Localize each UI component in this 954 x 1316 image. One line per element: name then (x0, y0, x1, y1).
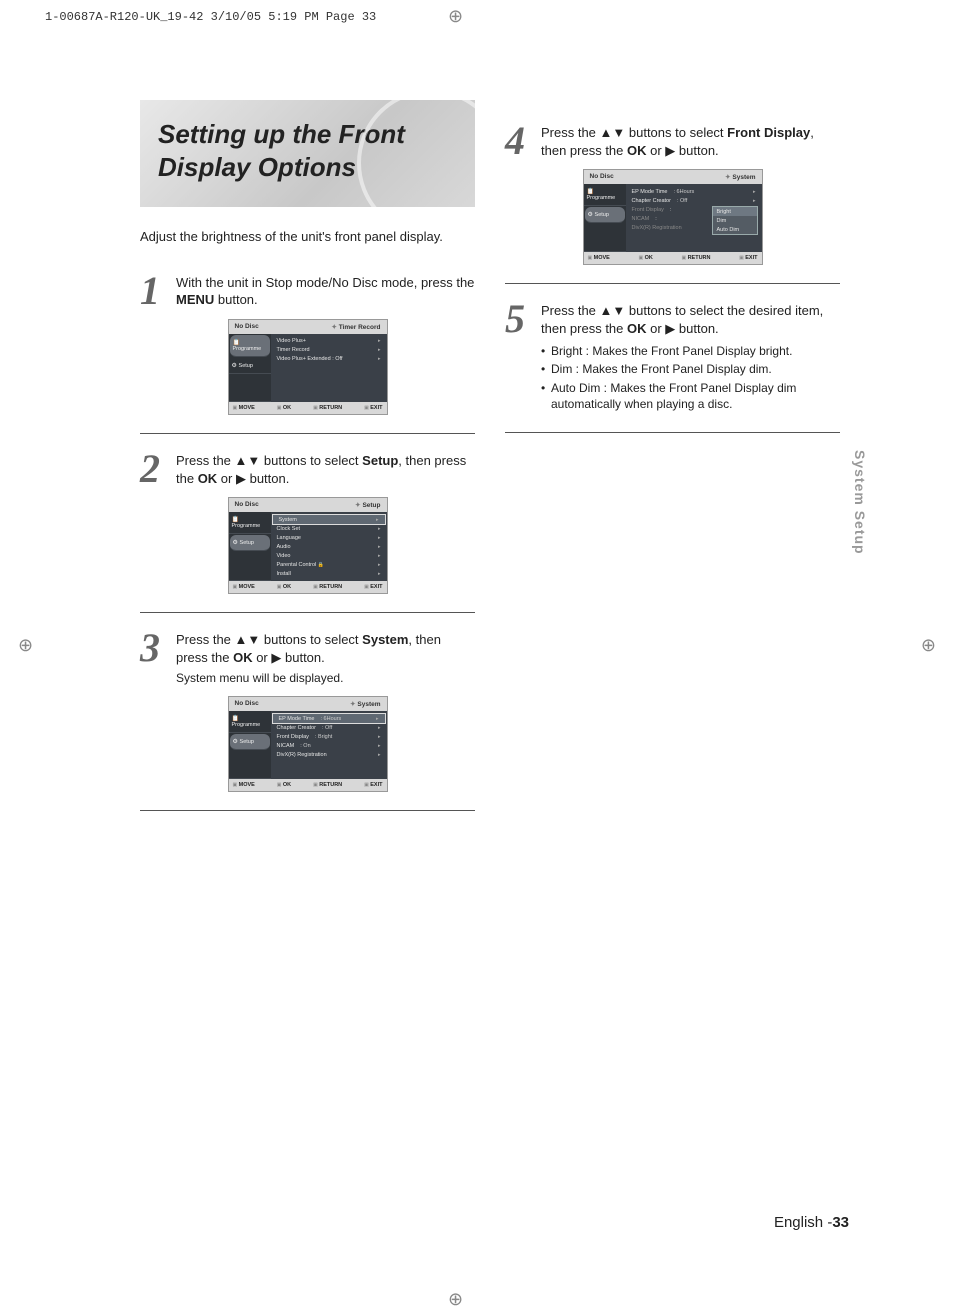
right-icon: ▶ (665, 143, 675, 158)
osd-screenshot-1: No Disc Timer Record Programme Setup Vid… (228, 319, 388, 415)
divider (140, 810, 475, 811)
step-text: Press the ▲▼ buttons to select the desir… (541, 302, 840, 414)
option-list: Bright : Makes the Front Panel Display b… (541, 343, 840, 412)
step-5: 5 Press the ▲▼ buttons to select the des… (505, 302, 840, 414)
step-number: 2 (140, 452, 168, 487)
updown-icon: ▲▼ (235, 632, 261, 647)
step-2: 2 Press the ▲▼ buttons to select Setup, … (140, 452, 475, 487)
step-3: 3 Press the ▲▼ buttons to select System,… (140, 631, 475, 686)
step-number: 5 (505, 302, 533, 414)
step-number: 4 (505, 124, 533, 159)
intro-text: Adjust the brightness of the unit's fron… (140, 229, 475, 246)
step-number: 1 (140, 274, 168, 309)
divider (505, 432, 840, 433)
front-display-dropdown: Bright Dim Auto Dim (712, 206, 758, 235)
right-icon: ▶ (665, 321, 675, 336)
osd-screenshot-3: No Disc System Programme Setup EP Mode T… (228, 696, 388, 792)
page-content: Setting up the Front Display Options Adj… (140, 100, 840, 829)
step-text: Press the ▲▼ buttons to select Setup, th… (176, 452, 475, 487)
page-footer: English -33 (774, 1214, 849, 1231)
osd-screenshot-4: No Disc System Programme Setup EP Mode T… (583, 169, 763, 265)
section-title-box: Setting up the Front Display Options (140, 100, 475, 207)
step-text: Press the ▲▼ buttons to select System, t… (176, 631, 475, 686)
right-icon: ▶ (236, 471, 246, 486)
osd-screenshot-2: No Disc Setup Programme Setup System▸ Cl… (228, 497, 388, 594)
step-text: Press the ▲▼ buttons to select Front Dis… (541, 124, 840, 159)
divider (505, 283, 840, 284)
updown-icon: ▲▼ (235, 453, 261, 468)
right-column: 4 Press the ▲▼ buttons to select Front D… (505, 100, 840, 829)
left-column: Setting up the Front Display Options Adj… (140, 100, 475, 829)
crop-mark-icon: ⊕ (921, 635, 936, 656)
updown-icon: ▲▼ (600, 125, 626, 140)
print-header: 1-00687A-R120-UK_19-42 3/10/05 5:19 PM P… (0, 0, 954, 24)
step-text: With the unit in Stop mode/No Disc mode,… (176, 274, 475, 309)
section-tab: System Setup (852, 450, 868, 555)
divider (140, 612, 475, 613)
step-number: 3 (140, 631, 168, 686)
right-icon: ▶ (271, 650, 281, 665)
crop-mark-icon: ⊕ (448, 6, 463, 27)
crop-mark-icon: ⊕ (18, 635, 33, 656)
step-1: 1 With the unit in Stop mode/No Disc mod… (140, 274, 475, 309)
updown-icon: ▲▼ (600, 303, 626, 318)
divider (140, 433, 475, 434)
crop-mark-icon: ⊕ (448, 1289, 463, 1310)
step-4: 4 Press the ▲▼ buttons to select Front D… (505, 124, 840, 159)
section-title: Setting up the Front Display Options (158, 118, 457, 183)
